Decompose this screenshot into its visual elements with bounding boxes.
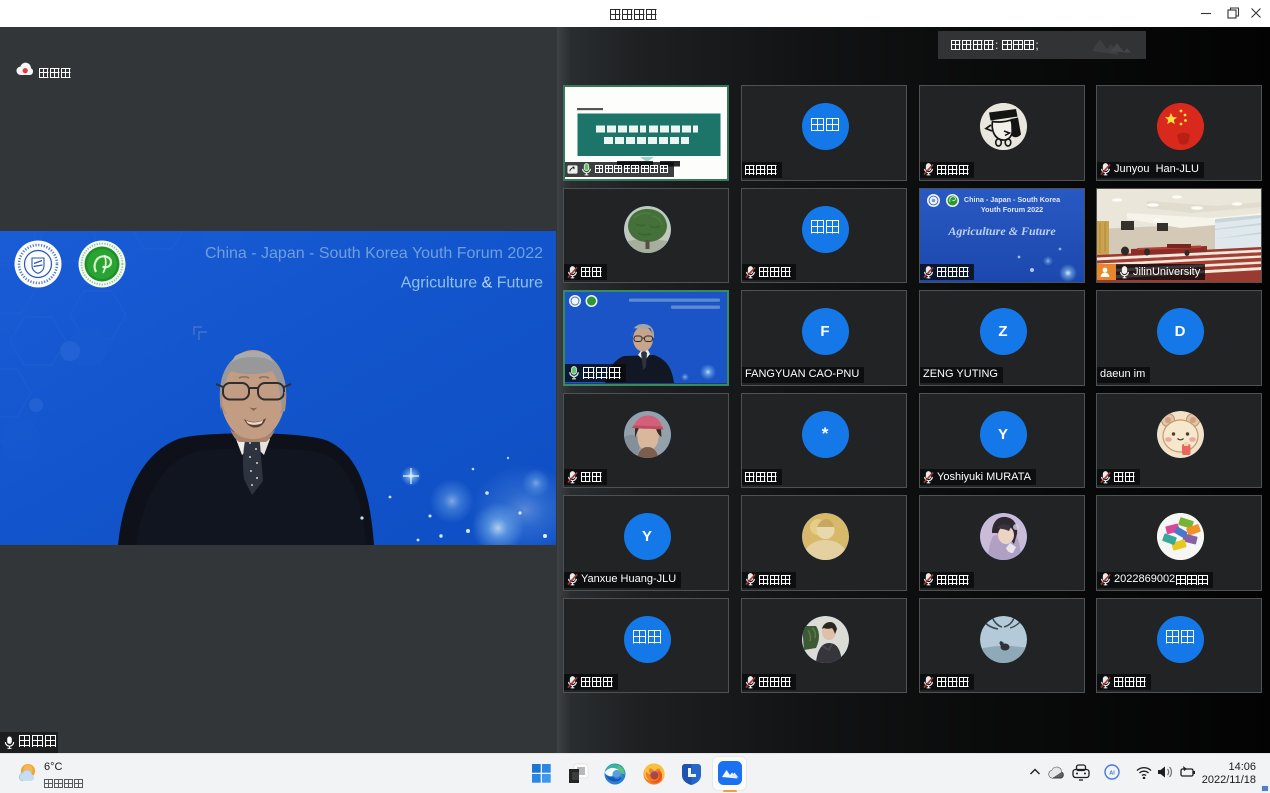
svg-text:AI: AI <box>1109 771 1115 777</box>
